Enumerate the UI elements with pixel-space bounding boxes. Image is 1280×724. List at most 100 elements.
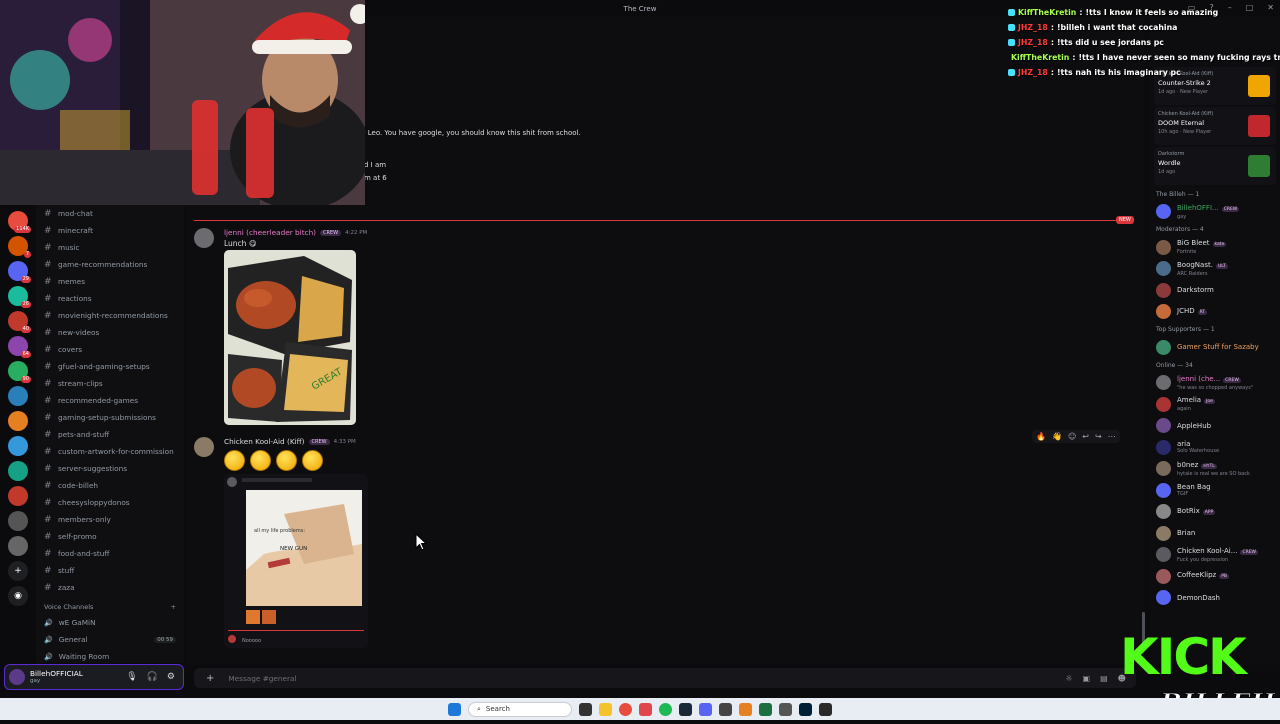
reply-icon[interactable]: ↩ bbox=[1082, 432, 1089, 441]
add-reaction-icon[interactable]: ☺ bbox=[1068, 432, 1076, 441]
app-icon[interactable] bbox=[639, 702, 652, 716]
member-item[interactable]: JCHD RT bbox=[1150, 301, 1280, 323]
avatar[interactable] bbox=[9, 669, 25, 685]
member-item[interactable]: BotRix APP bbox=[1150, 501, 1280, 523]
member-item[interactable]: BillehOFFI... CREW gay bbox=[1150, 201, 1280, 223]
avatar[interactable] bbox=[1156, 461, 1171, 477]
member-item[interactable]: Amelia Joe again bbox=[1150, 394, 1280, 416]
member-item[interactable]: Gamer Stuff for Sazaby bbox=[1150, 337, 1280, 359]
server-icon[interactable]: 114K bbox=[8, 211, 31, 233]
avatar[interactable] bbox=[1156, 590, 1171, 606]
coin-emoji-icon[interactable] bbox=[224, 450, 245, 471]
server-icon[interactable] bbox=[8, 461, 28, 481]
server-icon[interactable] bbox=[8, 511, 28, 531]
avatar[interactable] bbox=[1156, 339, 1171, 355]
more-icon[interactable]: ⋯ bbox=[1108, 432, 1116, 441]
channel-item[interactable]: # server-suggestions bbox=[36, 460, 184, 477]
member-item[interactable]: CoffeeKlipz PB bbox=[1150, 566, 1280, 588]
gear-icon[interactable]: ⚙ bbox=[167, 672, 175, 682]
channel-item[interactable]: # food-and-stuff bbox=[36, 545, 184, 562]
channel-item[interactable]: # memes bbox=[36, 273, 184, 290]
terminal-icon[interactable] bbox=[719, 702, 732, 716]
app-icon[interactable] bbox=[779, 702, 792, 716]
coin-emoji-icon[interactable] bbox=[250, 450, 271, 471]
member-item[interactable]: ljenni (che... CREW "he was so chopped any… bbox=[1150, 372, 1280, 394]
avatar[interactable] bbox=[1156, 261, 1171, 277]
gif-icon[interactable]: ▣ bbox=[1083, 674, 1091, 683]
message-author[interactable]: Chicken Kool-Aid (Kiff) bbox=[224, 437, 305, 446]
channel-item[interactable]: # minecraft bbox=[36, 222, 184, 239]
member-item[interactable]: Darkstorm bbox=[1150, 280, 1280, 302]
voice-channel-item[interactable]: 🔊 wE GaMiN bbox=[36, 614, 184, 631]
discord-icon[interactable] bbox=[699, 702, 712, 716]
microphone-icon[interactable]: 🎙 bbox=[126, 672, 137, 682]
chrome-icon[interactable] bbox=[619, 702, 632, 716]
channel-item[interactable]: # members-only bbox=[36, 511, 184, 528]
member-item[interactable]: b0nez HYTL hytale is real we are SO back bbox=[1150, 458, 1280, 480]
channel-item[interactable]: # mod-chat bbox=[36, 205, 184, 222]
file-explorer-icon[interactable] bbox=[599, 702, 612, 716]
server-icon[interactable] bbox=[8, 536, 28, 556]
windows-start-icon[interactable] bbox=[448, 702, 461, 716]
excel-icon[interactable] bbox=[759, 702, 772, 716]
message-author[interactable]: ljenni (cheerleader bitch) bbox=[224, 228, 316, 237]
server-icon[interactable] bbox=[8, 386, 28, 406]
channel-item[interactable]: # cheesysloppydonos bbox=[36, 494, 184, 511]
activity-card[interactable]: Chicken Kool-Aid (Kiff) DOOM Eternal 10h a… bbox=[1154, 107, 1276, 145]
avatar[interactable] bbox=[1156, 204, 1171, 220]
avatar[interactable] bbox=[1156, 304, 1171, 320]
task-view-icon[interactable] bbox=[579, 702, 592, 716]
activity-card[interactable]: Darkstorm Wordle 1d ago bbox=[1154, 147, 1276, 185]
sticker-icon[interactable]: ▤ bbox=[1100, 674, 1108, 683]
member-item[interactable]: AppleHub bbox=[1150, 415, 1280, 437]
channel-item[interactable]: # stream-clips bbox=[36, 375, 184, 392]
food-image[interactable]: GREAT bbox=[224, 250, 356, 425]
channel-item[interactable]: # gfuel-and-gaming-setups bbox=[36, 358, 184, 375]
coin-emoji-icon[interactable] bbox=[302, 450, 323, 471]
spotify-icon[interactable] bbox=[659, 702, 672, 716]
avatar[interactable] bbox=[1156, 482, 1171, 498]
message-input[interactable]: Message #general bbox=[228, 674, 296, 683]
avatar[interactable] bbox=[1156, 525, 1171, 541]
plus-icon[interactable]: + bbox=[171, 603, 176, 611]
member-item[interactable]: BoogNast. ULT ARC Raiders bbox=[1150, 258, 1280, 280]
channel-item[interactable]: # self-promo bbox=[36, 528, 184, 545]
avatar[interactable] bbox=[1156, 547, 1171, 563]
server-icon[interactable] bbox=[8, 436, 28, 456]
server-icon[interactable]: 90 bbox=[8, 361, 31, 383]
gift-icon[interactable]: ☼ bbox=[1065, 674, 1072, 683]
avatar[interactable] bbox=[1156, 396, 1171, 412]
avatar[interactable] bbox=[194, 228, 214, 248]
server-icon[interactable] bbox=[8, 486, 28, 506]
app-icon[interactable] bbox=[739, 702, 752, 716]
voice-channel-item[interactable]: 🔊 Waiting Room bbox=[36, 648, 184, 663]
steam-icon[interactable] bbox=[679, 702, 692, 716]
channel-item[interactable]: # gaming-setup-submissions bbox=[36, 409, 184, 426]
channel-item[interactable]: # zaza bbox=[36, 579, 184, 596]
avatar[interactable] bbox=[1156, 282, 1171, 298]
member-item[interactable]: Bean Bag TGIF bbox=[1150, 480, 1280, 502]
member-item[interactable]: aria Solo Waterhouse bbox=[1150, 437, 1280, 459]
coin-emoji-icon[interactable] bbox=[276, 450, 297, 471]
avatar[interactable] bbox=[1156, 439, 1171, 455]
forwarded-embed[interactable]: all my life problems: NEW GUN Nooooo bbox=[224, 474, 368, 648]
avatar[interactable] bbox=[1156, 239, 1171, 255]
server-icon[interactable] bbox=[8, 411, 28, 431]
channel-item[interactable]: # game-recommendations bbox=[36, 256, 184, 273]
member-item[interactable]: Chicken Kool-Ai... CREW Fuck you depressio… bbox=[1150, 544, 1280, 566]
channel-item[interactable]: # pets-and-stuff bbox=[36, 426, 184, 443]
add-server-icon[interactable]: + bbox=[8, 561, 28, 581]
member-item[interactable]: Brian bbox=[1150, 523, 1280, 545]
headphones-icon[interactable]: 🎧 bbox=[147, 672, 158, 682]
avatar[interactable] bbox=[1156, 418, 1171, 434]
channel-item[interactable]: # custom-artwork-for-commission bbox=[36, 443, 184, 460]
plus-icon[interactable]: + bbox=[206, 673, 214, 684]
server-icon[interactable]: 29 bbox=[8, 261, 31, 283]
channel-item[interactable]: # stuff bbox=[36, 562, 184, 579]
taskbar-search[interactable]: ⌕ Search bbox=[468, 701, 572, 717]
photoshop-icon[interactable] bbox=[799, 702, 812, 716]
channel-item[interactable]: # reactions bbox=[36, 290, 184, 307]
forward-icon[interactable]: ↪ bbox=[1095, 432, 1102, 441]
channel-item[interactable]: # recommended-games bbox=[36, 392, 184, 409]
reaction-icon[interactable]: 🔥 bbox=[1036, 432, 1046, 441]
